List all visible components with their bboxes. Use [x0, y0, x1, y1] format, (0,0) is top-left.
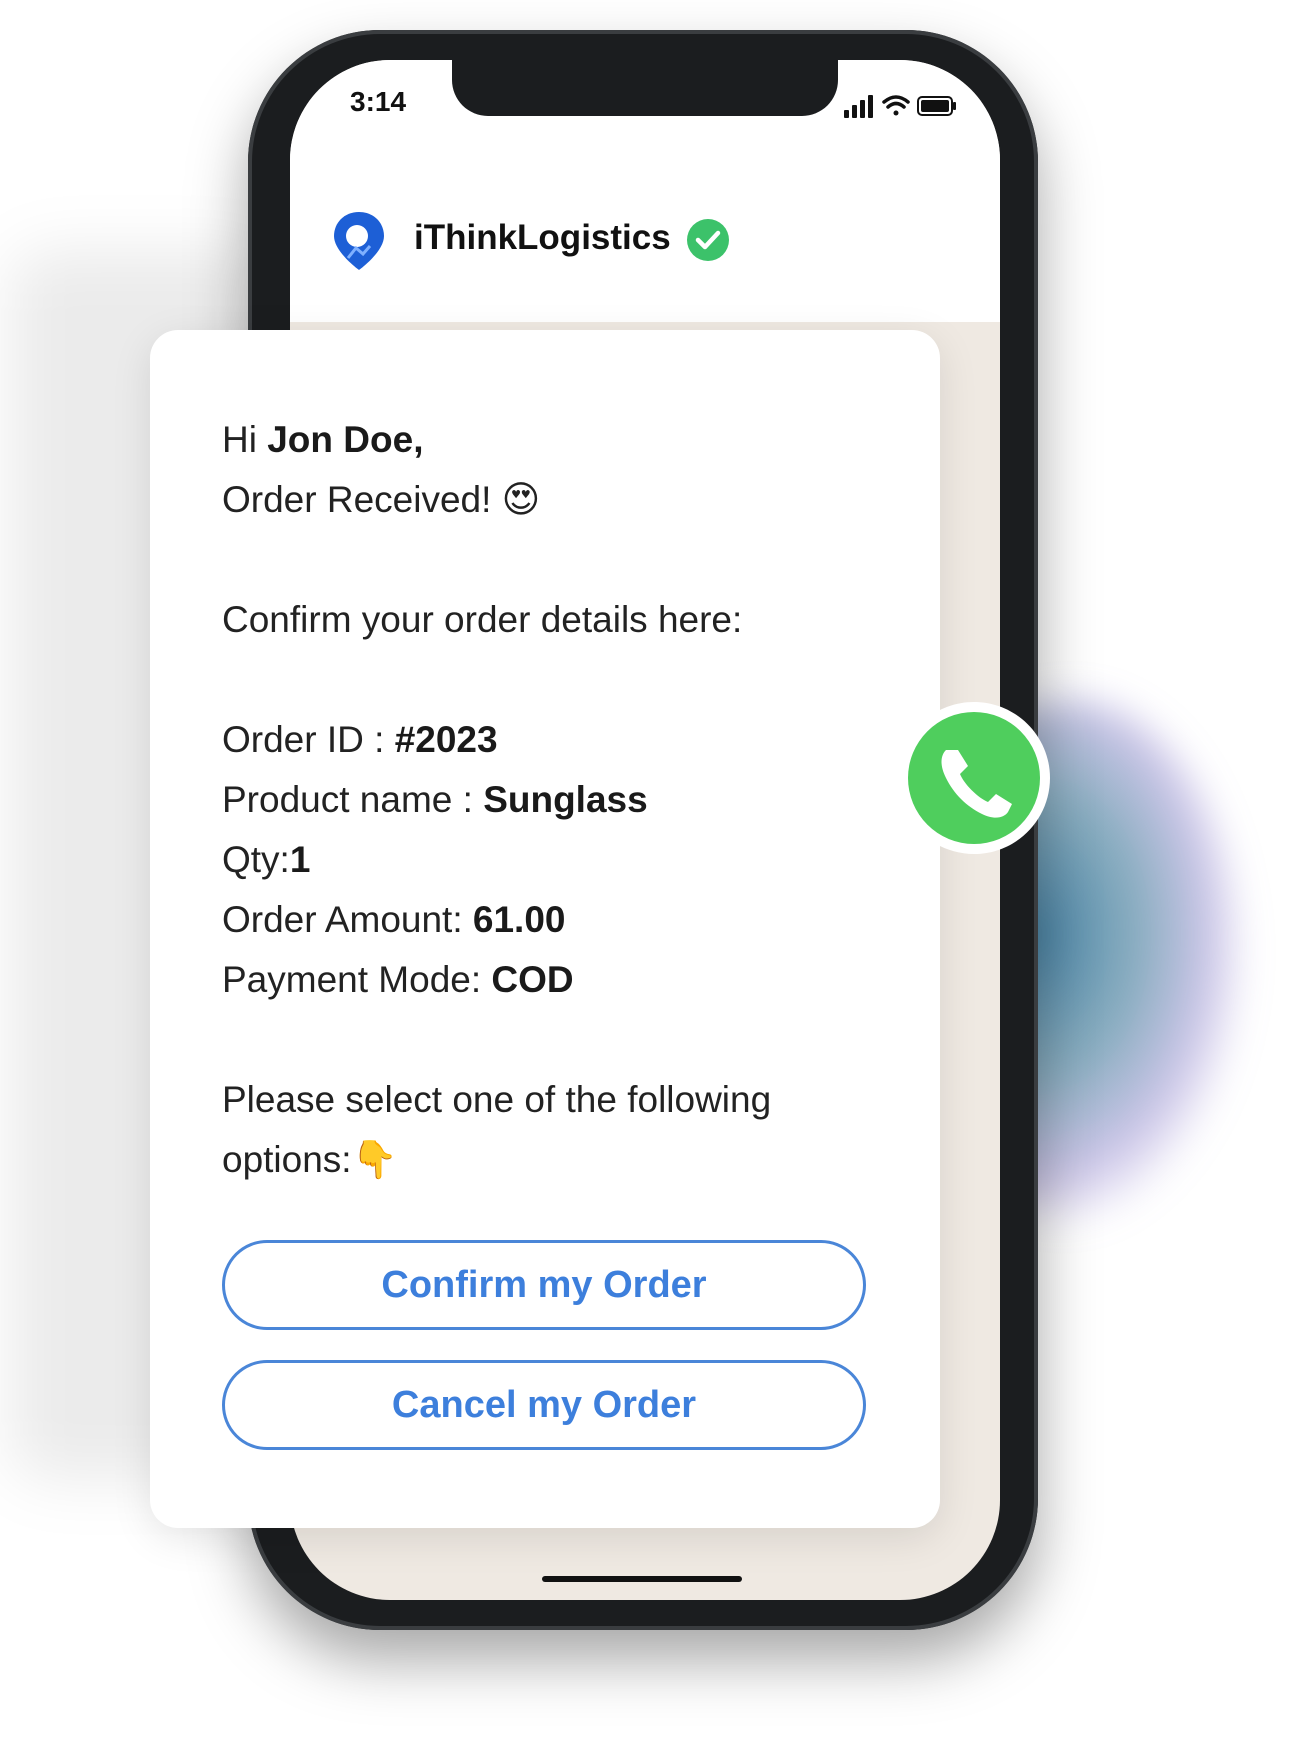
home-indicator[interactable]	[542, 1576, 742, 1582]
payment-label: Payment Mode:	[222, 959, 492, 1000]
amount-value: 61.00	[472, 899, 566, 940]
message-card: Hi Jon Doe, Order Received! 😍 Confirm yo…	[150, 330, 940, 1528]
product-line: Product name : Sunglass	[222, 770, 872, 830]
signal-icon	[844, 95, 873, 118]
customer-name: Jon Doe,	[267, 419, 424, 460]
order-id-line: Order ID : #2023	[222, 710, 872, 770]
location-pin-logo-icon	[334, 212, 384, 270]
message-body: Hi Jon Doe, Order Received! 😍 Confirm yo…	[222, 410, 872, 1190]
payment-line: Payment Mode: COD	[222, 950, 872, 1010]
qty-label: Qty:	[222, 839, 290, 880]
product-value: Sunglass	[483, 779, 648, 820]
qty-value: 1	[289, 839, 311, 880]
verified-check-icon	[687, 219, 729, 261]
wifi-icon	[882, 95, 910, 116]
amount-line: Order Amount: 61.00	[222, 890, 872, 950]
notch	[452, 60, 838, 116]
order-received-line: Order Received! 😍	[222, 470, 872, 530]
battery-icon	[917, 96, 956, 116]
status-icons	[844, 95, 956, 118]
greeting-line: Hi Jon Doe,	[222, 410, 872, 470]
confirm-prompt: Confirm your order details here:	[222, 599, 743, 640]
chat-header[interactable]: iThinkLogistics	[290, 160, 1000, 322]
order-received-text: Order Received!	[222, 479, 492, 520]
select-prompt-text: options:	[222, 1139, 352, 1180]
product-label: Product name :	[222, 779, 484, 820]
amount-label: Order Amount:	[222, 899, 473, 940]
confirm-order-button[interactable]: Confirm my Order	[222, 1240, 866, 1330]
greeting-prefix: Hi	[222, 419, 268, 460]
status-time: 3:14	[350, 86, 407, 117]
pointing-down-emoji-icon: 👇	[351, 1138, 398, 1181]
payment-value: COD	[491, 959, 574, 1000]
select-prompt-line2: options:👇	[222, 1130, 872, 1190]
whatsapp-icon	[892, 702, 1050, 864]
order-id-label: Order ID :	[222, 719, 395, 760]
order-id-value: #2023	[394, 719, 498, 760]
chat-title: iThinkLogistics	[414, 218, 671, 257]
status-bar: 3:14	[290, 60, 1000, 160]
select-prompt-line1: Please select one of the following	[222, 1079, 772, 1120]
cancel-order-button[interactable]: Cancel my Order	[222, 1360, 866, 1450]
qty-line: Qty:1	[222, 830, 872, 890]
heart-eyes-emoji-icon: 😍	[501, 478, 541, 521]
